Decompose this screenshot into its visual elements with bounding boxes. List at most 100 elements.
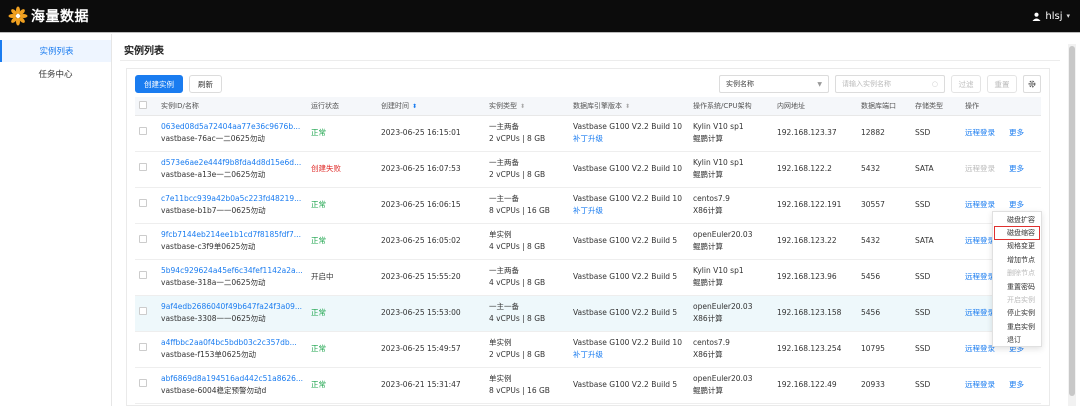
gear-icon[interactable] — [1023, 75, 1041, 93]
private-ip: 192.168.123.96 — [777, 272, 837, 281]
cpu-arch: 鲲鹏计算 — [693, 242, 723, 251]
refresh-button[interactable]: 刷新 — [189, 75, 222, 93]
remote-login-link[interactable]: 远程登录 — [965, 272, 995, 281]
row-checkbox[interactable] — [139, 379, 147, 387]
top-bar: 海量数据 hlsj ▾ — [0, 0, 1080, 33]
os-name: openEuler20.03 — [693, 302, 753, 311]
header-created[interactable]: 创建时间 ⬍ — [377, 97, 485, 116]
table-header-row: 实例ID/名称 运行状态 创建时间 ⬍ 实例类型 ⬍ 数据库引擎版本 ⬍ 操作系统/C… — [135, 97, 1041, 116]
table-row[interactable]: 9fcb7144eb214ee1b1cd7f8185fdf7... vastbas… — [135, 223, 1041, 260]
remote-login-link[interactable]: 远程登录 — [965, 380, 995, 389]
created-cell: 2023-06-25 16:15:01 — [377, 115, 485, 152]
remote-login-link[interactable]: 远程登录 — [965, 164, 995, 173]
type-cell: 一主两备 2 vCPUs | 8 GB — [485, 115, 569, 152]
row-checkbox[interactable] — [139, 343, 147, 351]
table-row[interactable]: 063ed08d5a72404aa77e36c9676b... vastbase-… — [135, 115, 1041, 152]
brand[interactable]: 海量数据 — [8, 6, 89, 26]
row-checkbox-cell — [135, 295, 157, 332]
menu-item[interactable]: 磁盘扩容 — [993, 213, 1041, 226]
menu-item[interactable]: 重启实例 — [993, 320, 1041, 333]
table-row[interactable]: 9af4edb2686040f49b647fa24f3a09... vastbas… — [135, 295, 1041, 332]
private-ip: 192.168.122.49 — [777, 380, 837, 389]
table-row[interactable]: a4ffbbc2aa0f4bc5bdb03c2c357db... vastbase… — [135, 331, 1041, 368]
remote-login-link[interactable]: 远程登录 — [965, 128, 995, 137]
created-cell: 2023-06-25 16:06:15 — [377, 187, 485, 224]
port-cell: 5432 — [857, 151, 911, 188]
sidebar-item-task-center[interactable]: 任务中心 — [0, 63, 111, 85]
ip-cell: 192.168.123.37 — [773, 115, 857, 152]
remote-login-link[interactable]: 远程登录 — [965, 200, 995, 209]
menu-item[interactable]: 删除节点 — [993, 267, 1041, 280]
instance-spec: 2 vCPUs | 8 GB — [489, 170, 546, 179]
row-checkbox[interactable] — [139, 163, 147, 171]
storage-cell: SSD — [911, 115, 961, 152]
table-row[interactable]: abf6869d8a194516ad442c51a8626... vastbase… — [135, 367, 1041, 404]
more-link[interactable]: 更多 — [1009, 200, 1024, 209]
sort-icon[interactable]: ⬍ — [520, 103, 525, 110]
clear-icon[interactable]: ○ — [932, 80, 938, 88]
cpu-arch: 鲲鹏计算 — [693, 134, 723, 143]
instance-id-link[interactable]: 5b94c929624a45ef6c34fef1142a2a... — [161, 265, 307, 277]
filter-field-select[interactable]: 实例名称 ▼ — [719, 75, 829, 93]
user-menu[interactable]: hlsj ▾ — [1032, 11, 1070, 22]
os-cell: openEuler20.03 X86计算 — [689, 295, 773, 332]
instance-id-link[interactable]: 9fcb7144eb214ee1b1cd7f8185fdf7... — [161, 229, 307, 241]
remote-login-link[interactable]: 远程登录 — [965, 308, 995, 317]
more-link[interactable]: 更多 — [1009, 164, 1024, 173]
row-checkbox[interactable] — [139, 127, 147, 135]
select-all-checkbox[interactable] — [139, 100, 147, 109]
remote-login-link[interactable]: 远程登录 — [965, 344, 995, 353]
reset-button[interactable]: 重置 — [987, 75, 1017, 93]
patch-upgrade-link[interactable]: 补丁升级 — [573, 205, 689, 217]
engine-cell: Vastbase G100 V2.2 Build 10 补丁升级 — [569, 331, 689, 368]
search-input[interactable] — [842, 80, 926, 88]
menu-item[interactable]: 重置密码 — [993, 280, 1041, 293]
created-time: 2023-06-25 15:49:57 — [381, 344, 461, 353]
storage-type: SATA — [915, 164, 934, 173]
header-engine[interactable]: 数据库引擎版本 ⬍ — [569, 97, 689, 116]
header-os: 操作系统/CPU架构 — [689, 97, 773, 116]
ip-cell: 192.168.123.254 — [773, 331, 857, 368]
filter-button[interactable]: 过滤 — [951, 75, 981, 93]
scrollbar-thumb[interactable] — [1069, 46, 1075, 396]
instance-type: 一主两备 — [489, 158, 519, 167]
table-row[interactable]: c7e11bcc939a42b0a5c223fd48219... vastbase… — [135, 187, 1041, 224]
more-link[interactable]: 更多 — [1009, 380, 1024, 389]
sort-icon[interactable]: ⬍ — [412, 103, 417, 110]
instance-id-link[interactable]: a4ffbbc2aa0f4bc5bdb03c2c357db... — [161, 337, 307, 349]
instance-id-link[interactable]: abf6869d8a194516ad442c51a8626... — [161, 373, 307, 385]
header-type[interactable]: 实例类型 ⬍ — [485, 97, 569, 116]
more-link[interactable]: 更多 — [1009, 128, 1024, 137]
os-cell: centos7.9 X86计算 — [689, 187, 773, 224]
menu-item[interactable]: 停止实例 — [993, 307, 1041, 320]
instance-name: vastbase-f153单0625勿动 — [161, 350, 257, 359]
instance-id-link[interactable]: d573e6ae2e444f9b8fda4d8d15e6d... — [161, 157, 307, 169]
patch-upgrade-link[interactable]: 补丁升级 — [573, 349, 689, 361]
menu-item[interactable]: 增加节点 — [993, 253, 1041, 266]
menu-item[interactable]: 规格变更 — [993, 240, 1041, 253]
table-row[interactable]: d573e6ae2e444f9b8fda4d8d15e6d... vastbase… — [135, 151, 1041, 188]
row-checkbox[interactable] — [139, 271, 147, 279]
patch-upgrade-link[interactable]: 补丁升级 — [573, 133, 689, 145]
create-instance-button[interactable]: 创建实例 — [135, 75, 183, 93]
header-ip: 内网地址 — [773, 97, 857, 116]
instance-spec: 8 vCPUs | 16 GB — [489, 386, 550, 395]
instance-id-link[interactable]: c7e11bcc939a42b0a5c223fd48219... — [161, 193, 307, 205]
sort-icon[interactable]: ⬍ — [625, 103, 630, 110]
engine-cell: Vastbase G100 V2.2 Build 5 — [569, 259, 689, 296]
remote-login-link[interactable]: 远程登录 — [965, 236, 995, 245]
instance-id-link[interactable]: 063ed08d5a72404aa77e36c9676b... — [161, 121, 307, 133]
row-checkbox[interactable] — [139, 199, 147, 207]
row-checkbox-cell — [135, 151, 157, 188]
menu-item[interactable]: 磁盘缩容 — [994, 226, 1040, 240]
menu-item[interactable]: 开启实例 — [993, 293, 1041, 306]
storage-type: SSD — [915, 200, 931, 209]
table-row[interactable]: 5b94c929624a45ef6c34fef1142a2a... vastbas… — [135, 259, 1041, 296]
instance-id-link[interactable]: 9af4edb2686040f49b647fa24f3a09... — [161, 301, 307, 313]
row-checkbox[interactable] — [139, 307, 147, 315]
menu-item[interactable]: 退订 — [993, 334, 1041, 347]
sidebar-item-instance-list[interactable]: 实例列表 — [0, 40, 111, 62]
engine-version: Vastbase G100 V2.2 Build 10 — [573, 338, 682, 347]
row-checkbox[interactable] — [139, 235, 147, 243]
storage-cell: SSD — [911, 367, 961, 404]
